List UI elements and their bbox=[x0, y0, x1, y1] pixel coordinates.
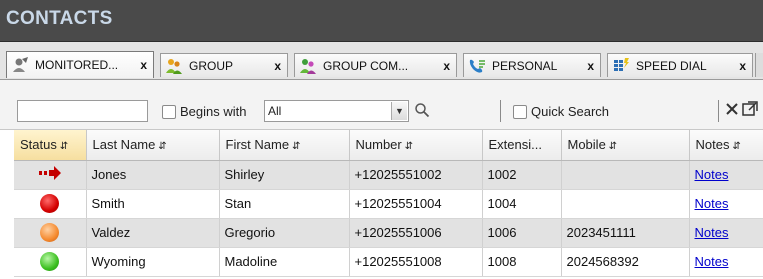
begins-with-label: Begins with bbox=[180, 104, 247, 119]
tab-speed-dial-close-icon[interactable]: x bbox=[739, 59, 746, 73]
status-cell bbox=[14, 189, 87, 219]
first-name-cell: Madoline bbox=[219, 247, 350, 277]
clear-icon[interactable] bbox=[724, 100, 740, 118]
status-busy-icon bbox=[40, 194, 60, 213]
number-cell: +12025551004 bbox=[349, 189, 483, 219]
tab-personal-label: PERSONAL bbox=[492, 58, 558, 73]
table-row[interactable]: Valdez Gregorio +12025551006 1006 202345… bbox=[14, 218, 763, 248]
column-header-notes[interactable]: Notes ⇵ bbox=[689, 130, 763, 161]
contacts-table: Status ⇵ Last Name ⇵ First Name ⇵ Number ⇵ E… bbox=[14, 130, 763, 277]
tab-monitored-close-icon[interactable]: x bbox=[140, 58, 147, 72]
filter-select[interactable]: All ▼ bbox=[264, 100, 409, 122]
quick-search-checkbox[interactable] bbox=[513, 105, 527, 119]
number-cell: +12025551002 bbox=[349, 160, 483, 190]
notes-cell: Notes bbox=[689, 189, 763, 219]
mobile-cell bbox=[561, 189, 690, 219]
extension-cell: 1002 bbox=[482, 160, 562, 190]
tab-group-label: GROUP bbox=[189, 58, 234, 73]
contacts-title-bar: CONTACTS bbox=[0, 0, 763, 42]
extension-cell: 1008 bbox=[482, 247, 562, 277]
status-cell bbox=[14, 218, 87, 248]
notes-link[interactable]: Notes bbox=[695, 225, 729, 240]
table-header-row: Status ⇵ Last Name ⇵ First Name ⇵ Number ⇵ E… bbox=[14, 130, 763, 161]
first-name-cell: Stan bbox=[219, 189, 350, 219]
status-ringing-icon bbox=[40, 223, 60, 242]
table-row[interactable]: Wyoming Madoline +12025551008 1008 20245… bbox=[14, 247, 763, 277]
mobile-cell: 2024568392 bbox=[561, 247, 690, 277]
notes-cell: Notes bbox=[689, 247, 763, 277]
toolbar-divider bbox=[500, 100, 501, 122]
speed-dial-icon bbox=[614, 57, 629, 71]
last-name-cell: Jones bbox=[86, 160, 220, 190]
begins-with-checkbox[interactable] bbox=[162, 105, 176, 119]
tab-group-common-label: GROUP COM... bbox=[323, 58, 409, 73]
notes-link[interactable]: Notes bbox=[695, 167, 729, 182]
tab-group-common[interactable]: GROUP COM... x bbox=[294, 53, 457, 77]
tab-group[interactable]: GROUP x bbox=[160, 53, 288, 77]
sort-icon: ⇵ bbox=[732, 141, 741, 153]
number-cell: +12025551006 bbox=[349, 218, 483, 248]
number-cell: +12025551008 bbox=[349, 247, 483, 277]
status-cell bbox=[14, 160, 87, 190]
column-header-last-name[interactable]: Last Name ⇵ bbox=[86, 130, 220, 161]
table-row[interactable]: Smith Stan +12025551004 1004 Notes bbox=[14, 189, 763, 219]
last-name-cell: Wyoming bbox=[86, 247, 220, 277]
mobile-cell: 2023451111 bbox=[561, 218, 690, 248]
toolbar-divider bbox=[718, 100, 719, 122]
quick-search-label: Quick Search bbox=[531, 104, 610, 119]
forward-arrow-icon bbox=[38, 166, 61, 180]
search-toolbar: Begins with All ▼ Quick Search bbox=[0, 80, 763, 130]
tab-speed-dial-label: SPEED DIAL bbox=[636, 58, 707, 73]
tab-monitored-label: MONITORED... bbox=[35, 58, 119, 72]
group-icon bbox=[166, 58, 182, 74]
panel-title: CONTACTS bbox=[6, 8, 113, 29]
column-header-status[interactable]: Status ⇵ bbox=[14, 130, 87, 161]
tab-monitored[interactable]: MONITORED... x bbox=[6, 51, 154, 78]
tab-scroll-arrow[interactable] bbox=[755, 53, 763, 77]
tab-group-close-icon[interactable]: x bbox=[274, 59, 281, 73]
group-common-icon bbox=[300, 58, 316, 74]
extension-cell: 1004 bbox=[482, 189, 562, 219]
last-name-cell: Smith bbox=[86, 189, 220, 219]
table-row[interactable]: Jones Shirley +12025551002 1002 Notes bbox=[14, 160, 763, 190]
chevron-down-icon[interactable]: ▼ bbox=[391, 102, 407, 120]
status-available-icon bbox=[40, 252, 60, 271]
notes-cell: Notes bbox=[689, 160, 763, 190]
status-cell bbox=[14, 247, 87, 277]
sort-icon: ⇵ bbox=[59, 141, 69, 153]
column-header-number[interactable]: Number ⇵ bbox=[349, 130, 483, 161]
sort-icon: ⇵ bbox=[608, 141, 618, 153]
extension-cell: 1006 bbox=[482, 218, 562, 248]
sort-icon: ⇵ bbox=[292, 141, 301, 153]
user-pin-icon bbox=[13, 57, 28, 72]
notes-link[interactable]: Notes bbox=[695, 196, 729, 211]
tab-personal-close-icon[interactable]: x bbox=[587, 59, 594, 73]
sort-icon: ⇵ bbox=[158, 141, 167, 153]
contacts-tab-bar: MONITORED... x GROUP x GROUP COM... x PE… bbox=[0, 42, 763, 80]
popout-icon[interactable] bbox=[742, 100, 758, 118]
column-header-extension[interactable]: Extensi... bbox=[482, 130, 562, 161]
personal-phonebook-icon bbox=[469, 59, 485, 73]
search-input[interactable] bbox=[17, 100, 148, 122]
last-name-cell: Valdez bbox=[86, 218, 220, 248]
notes-link[interactable]: Notes bbox=[695, 254, 729, 269]
mobile-cell bbox=[561, 160, 690, 190]
tab-personal[interactable]: PERSONAL x bbox=[463, 53, 601, 77]
sort-icon: ⇵ bbox=[404, 141, 414, 153]
column-header-first-name[interactable]: First Name ⇵ bbox=[219, 130, 350, 161]
search-icon[interactable] bbox=[414, 102, 430, 118]
column-header-mobile[interactable]: Mobile ⇵ bbox=[561, 130, 690, 161]
tab-speed-dial[interactable]: SPEED DIAL x bbox=[607, 53, 753, 77]
tab-group-common-close-icon[interactable]: x bbox=[443, 59, 450, 73]
filter-select-value: All bbox=[268, 104, 282, 118]
notes-cell: Notes bbox=[689, 218, 763, 248]
first-name-cell: Shirley bbox=[219, 160, 350, 190]
first-name-cell: Gregorio bbox=[219, 218, 350, 248]
